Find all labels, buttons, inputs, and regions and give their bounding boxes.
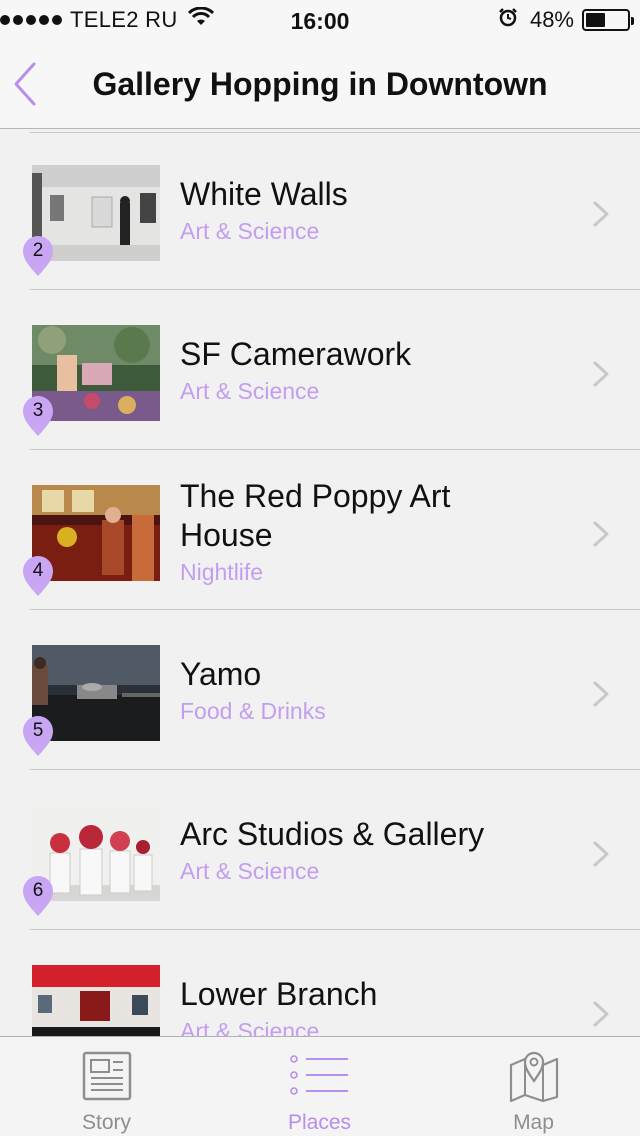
status-right: 48% — [498, 7, 634, 33]
place-category: Art & Science — [180, 858, 320, 884]
place-row[interactable]: 7Lower BranchArt & Science — [0, 930, 640, 1036]
place-title: White Walls — [180, 176, 348, 212]
pin-number: 6 — [32, 880, 44, 901]
place-row[interactable]: 3 SF Camerawork Art & Science — [0, 290, 640, 450]
chevron-right-icon — [592, 680, 610, 708]
place-title: Lower Branch — [180, 976, 378, 1012]
newspaper-icon — [82, 1051, 132, 1106]
pin-number: 5 — [32, 720, 44, 741]
pin-number: 4 — [32, 560, 44, 581]
list-icon — [289, 1051, 350, 1106]
chevron-right-icon — [592, 200, 610, 228]
alarm-icon — [498, 7, 518, 33]
tab-label: Map — [513, 1111, 554, 1134]
place-text: White Walls Art & Science — [180, 175, 560, 246]
place-text: The Red Poppy Art House Nightlife — [180, 477, 560, 587]
place-row[interactable]: 2 White Walls Art & Science — [0, 130, 640, 290]
place-thumbnail — [32, 965, 160, 1036]
place-category: Art & Science — [180, 218, 320, 244]
tab-places[interactable]: Places — [213, 1037, 426, 1136]
chevron-right-icon — [592, 840, 610, 868]
map-pin-icon: 6 — [22, 875, 54, 917]
place-category: Nightlife — [180, 559, 264, 585]
chevron-right-icon — [592, 360, 610, 388]
map-icon — [509, 1051, 559, 1108]
page-title: Gallery Hopping in Downtown — [92, 66, 548, 102]
place-text: Yamo Food & Drinks — [180, 655, 560, 726]
places-list[interactable]: 2 White Walls Art & Science 3 SF Camerawork A… — [0, 130, 640, 1036]
navigation-bar: Gallery Hopping in Downtown — [0, 40, 640, 129]
place-row[interactable]: 6 Arc Studios & Gallery Art & Science — [0, 770, 640, 930]
place-title: SF Camerawork — [180, 336, 412, 372]
map-pin-icon: 4 — [22, 555, 54, 597]
chevron-right-icon — [592, 1000, 610, 1028]
pin-number: 2 — [32, 240, 44, 261]
place-category: Food & Drinks — [180, 698, 326, 724]
map-pin-icon: 5 — [22, 715, 54, 757]
map-pin-icon: 2 — [22, 235, 54, 277]
tab-label: Story — [81, 1111, 131, 1134]
place-text: Lower Branch Art & Science — [180, 975, 560, 1036]
place-text: SF Camerawork Art & Science — [180, 335, 560, 406]
place-title: Yamo — [180, 656, 262, 692]
place-row[interactable]: 4 The Red Poppy Art House Nightlife — [0, 450, 640, 610]
pin-number: 3 — [32, 400, 44, 421]
tab-label: Places — [287, 1111, 352, 1134]
place-text: Arc Studios & Gallery Art & Science — [180, 815, 560, 886]
map-pin-icon: 3 — [22, 395, 54, 437]
status-bar: TELE2 RU 16:00 48% — [0, 0, 640, 40]
battery-icon — [582, 9, 634, 31]
place-category: Art & Science — [180, 1018, 320, 1036]
battery-percent: 48% — [529, 7, 574, 32]
place-row[interactable]: 5 Yamo Food & Drinks — [0, 610, 640, 770]
place-title: The Red Poppy Art House — [180, 478, 451, 553]
tab-bar: Story Places Map — [0, 1036, 640, 1136]
tab-map[interactable]: Map — [427, 1037, 640, 1136]
place-category: Art & Science — [180, 378, 320, 404]
chevron-right-icon — [592, 520, 610, 548]
place-title: Arc Studios & Gallery — [180, 816, 485, 852]
tab-story[interactable]: Story — [0, 1037, 213, 1136]
